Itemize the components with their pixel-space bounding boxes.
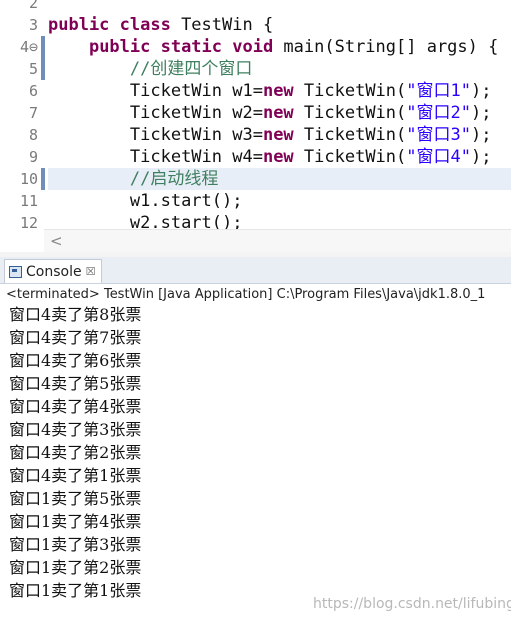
code-line[interactable]: public static void main(String[] args) { <box>48 36 511 58</box>
code-token: new <box>262 147 294 167</box>
tab-console-label: Console <box>26 263 82 280</box>
line-number: 9 <box>28 148 38 166</box>
code-token: "窗口2" <box>406 103 471 123</box>
console-output-line: 窗口1卖了第4张票 <box>9 512 142 531</box>
change-marker <box>41 190 45 212</box>
code-token: //启动线程 <box>129 169 219 189</box>
console-output-line: 窗口4卖了第4张票 <box>9 397 142 416</box>
console-output[interactable]: 窗口4卖了第8张票 窗口4卖了第7张票 窗口4卖了第6张票 窗口4卖了第5张票 窗口4卖… <box>0 305 511 627</box>
code-line[interactable]: //启动线程 <box>48 168 511 190</box>
code-token: new <box>262 125 294 145</box>
console-output-line: 窗口1卖了第1张票 <box>9 581 142 600</box>
line-number: 3 <box>28 16 38 34</box>
code-token: //创建四个窗口 <box>129 59 253 79</box>
code-line[interactable]: TicketWin w3=new TicketWin("窗口3"); <box>48 124 511 146</box>
code-token: ); <box>470 103 492 123</box>
console-output-line: 窗口4卖了第3张票 <box>9 420 142 439</box>
change-marker <box>41 146 45 168</box>
code-token: TicketWin w2= <box>129 103 263 123</box>
code-line[interactable] <box>48 0 511 14</box>
code-token: ); <box>470 147 492 167</box>
code-token: public class <box>48 15 171 35</box>
line-number: 4⊖ <box>19 38 38 56</box>
line-number: 6 <box>28 82 38 100</box>
code-line[interactable]: //创建四个窗口 <box>48 58 511 80</box>
code-line[interactable]: w1.start(); <box>48 190 511 212</box>
change-marker <box>41 58 45 80</box>
code-token: "窗口1" <box>406 81 471 101</box>
line-number: 12 <box>19 214 38 232</box>
console-output-line: 窗口1卖了第2张票 <box>9 558 142 577</box>
change-marker <box>41 212 45 234</box>
code-token: TicketWin w1= <box>129 81 263 101</box>
code-token: TicketWin( <box>293 125 407 145</box>
console-output-line: 窗口4卖了第7张票 <box>9 328 142 347</box>
console-output-line: 窗口4卖了第1张票 <box>9 466 142 485</box>
code-line[interactable]: TicketWin w4=new TicketWin("窗口4"); <box>48 146 511 168</box>
console-output-line: 窗口1卖了第5张票 <box>9 489 142 508</box>
console-output-line: 窗口4卖了第5张票 <box>9 374 142 393</box>
console-output-line: 窗口4卖了第2张票 <box>9 443 142 462</box>
code-token: "窗口4" <box>406 147 471 167</box>
line-number: 10 <box>19 170 38 188</box>
code-token: main(String[] args) { <box>273 37 499 57</box>
console-output-line: 窗口1卖了第3张票 <box>9 535 142 554</box>
change-marker <box>41 80 45 102</box>
close-icon[interactable]: ☒ <box>86 265 96 278</box>
change-marker <box>41 168 45 190</box>
tab-console[interactable]: Console ☒ <box>4 259 103 283</box>
console-output-line: 窗口4卖了第8张票 <box>9 305 142 324</box>
code-token: TicketWin( <box>293 103 407 123</box>
line-number: 11 <box>19 192 38 210</box>
change-marker <box>41 102 45 124</box>
code-token: TicketWin w4= <box>129 147 263 167</box>
code-token: "窗口3" <box>406 125 471 145</box>
line-number: 5 <box>28 60 38 78</box>
change-marker <box>41 36 45 58</box>
line-number-gutter: 2 3 4⊖ 5 6 7 8 9 10 11 12 <box>0 0 44 232</box>
watermark: https://blog.csdn.net/lifubing <box>313 596 511 612</box>
code-token: new <box>262 103 294 123</box>
line-number: 8 <box>28 126 38 144</box>
console-output-line: 窗口4卖了第6张票 <box>9 351 142 370</box>
code-token: new <box>262 81 294 101</box>
code-line[interactable]: TicketWin w2=new TicketWin("窗口2"); <box>48 102 511 124</box>
code-token: TicketWin w3= <box>129 125 263 145</box>
console-icon <box>9 265 22 278</box>
change-marker <box>41 124 45 146</box>
code-token: public static void <box>88 37 274 57</box>
line-number: 2 <box>28 0 38 12</box>
code-token: TestWin { <box>170 15 274 35</box>
code-token: TicketWin( <box>293 147 407 167</box>
code-token: w1.start(); <box>129 191 243 211</box>
horizontal-scrollbar[interactable]: < <box>44 229 511 252</box>
code-editor[interactable]: 2 3 4⊖ 5 6 7 8 9 10 11 12 public class TestWin { p… <box>0 0 511 252</box>
code-line[interactable]: public class TestWin { <box>48 14 511 36</box>
scroll-left-icon[interactable]: < <box>50 230 63 252</box>
code-line[interactable]: TicketWin w1=new TicketWin("窗口1"); <box>48 80 511 102</box>
line-number: 7 <box>28 104 38 122</box>
code-token: ); <box>470 125 492 145</box>
console-tabbar: Console ☒ <box>0 257 511 284</box>
code-token: TicketWin( <box>293 81 407 101</box>
code-token: ); <box>470 81 492 101</box>
